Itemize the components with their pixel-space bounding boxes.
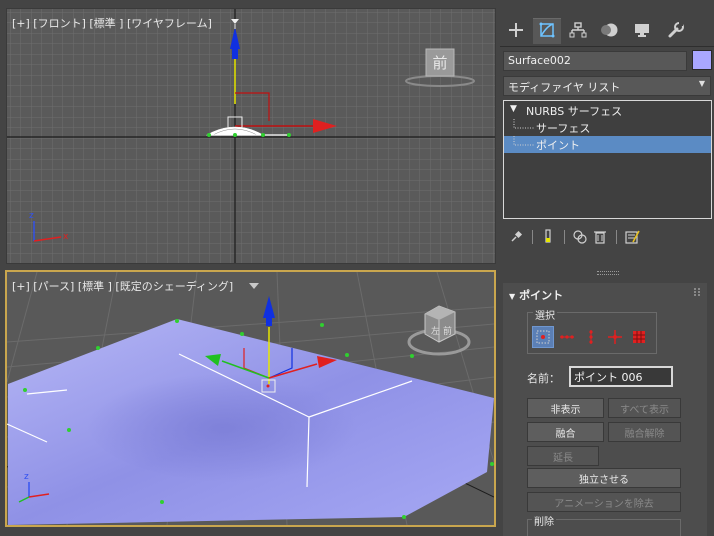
delete-group: 削除: [527, 513, 681, 536]
svg-text:x: x: [63, 232, 69, 242]
hierarchy-icon: [569, 21, 587, 42]
extend-button[interactable]: 延長: [527, 446, 599, 466]
front-viewport[interactable]: z x 前 [+] [フロント] [標準 ] [ワイヤフレーム]: [6, 8, 496, 264]
pin-stack-icon[interactable]: [508, 228, 524, 246]
plus-icon: [507, 21, 525, 42]
create-tab[interactable]: [502, 18, 530, 44]
row-and-column-select-button[interactable]: [604, 326, 626, 348]
unfuse-button[interactable]: 融合解除: [608, 422, 681, 442]
remove-animation-button[interactable]: アニメーションを除去: [527, 492, 681, 512]
display-tab[interactable]: [628, 18, 656, 44]
front-viewport-label[interactable]: [+] [フロント] [標準 ] [ワイヤフレーム]: [12, 15, 212, 31]
panel-divider-grip[interactable]: [597, 271, 619, 275]
rollout-title: ポイント: [519, 289, 564, 302]
stack-item-nurbs-surface[interactable]: ▼ NURBS サーフェス: [504, 102, 711, 119]
perspective-viewport-label[interactable]: [+] [パース] [標準 ] [既定のシェーディング]: [12, 278, 233, 294]
single-point-icon: [536, 330, 550, 344]
stack-item-label: ポイント: [536, 139, 580, 152]
stack-item-label: サーフェス: [536, 122, 591, 135]
hierarchy-tab[interactable]: [564, 18, 592, 44]
stack-item-points[interactable]: ポイント: [504, 136, 711, 153]
row-of-points-select-button[interactable]: [556, 326, 578, 348]
modify-icon: [538, 21, 556, 42]
expand-triangle-icon[interactable]: ▼: [510, 104, 517, 114]
collapse-triangle-icon: ▼: [509, 292, 516, 301]
svg-text:左: 左: [431, 325, 440, 337]
fuse-button[interactable]: 融合: [527, 422, 604, 442]
object-color-swatch[interactable]: [692, 50, 712, 70]
hide-button[interactable]: 非表示: [527, 398, 604, 418]
command-panel: Surface002 モディファイヤ リスト ▼ ▼ NURBS サーフェス サ…: [500, 8, 714, 536]
motion-tab[interactable]: [596, 18, 624, 44]
perspective-viewport[interactable]: z 左 前 [+] [パース] [標準 ] [既定のシェーディング]: [5, 270, 496, 527]
stack-toolbar: [508, 228, 708, 248]
modifier-list-label: モディファイヤ リスト: [508, 81, 621, 94]
svg-text:z: z: [24, 472, 29, 482]
make-independent-button[interactable]: 独立させる: [527, 468, 681, 488]
selection-group: 選択: [527, 307, 657, 354]
chevron-down-icon: ▼: [698, 79, 705, 88]
point-name-label: 名前：: [527, 372, 560, 385]
modifier-list-dropdown[interactable]: モディファイヤ リスト ▼: [503, 76, 711, 96]
single-point-select-button[interactable]: [532, 326, 554, 348]
tree-line-icon: [513, 119, 534, 129]
column-points-icon: [589, 330, 593, 344]
command-panel-tabs: [500, 16, 714, 47]
trash-icon[interactable]: [592, 228, 608, 246]
points-rollout-header[interactable]: ▼ ポイント: [509, 287, 563, 303]
stack-item-label: NURBS サーフェス: [526, 105, 623, 118]
modify-tab[interactable]: [533, 18, 561, 44]
z-axis-arrow-icon: [263, 296, 275, 318]
object-name-field[interactable]: Surface002: [503, 51, 687, 71]
configure-modifier-sets-icon[interactable]: [624, 228, 640, 246]
front-viewport-grid: z x 前: [7, 9, 495, 263]
perspective-viewport-scene: z 左 前: [7, 272, 494, 525]
selection-group-title: 選択: [533, 307, 557, 322]
motion-icon: [600, 21, 620, 42]
make-unique-icon[interactable]: [572, 228, 588, 246]
column-of-points-select-button[interactable]: [580, 326, 602, 348]
viewcube-front-face-label: 前: [432, 54, 447, 72]
rollout-drag-grip-icon[interactable]: [694, 288, 700, 296]
all-points-select-button[interactable]: [628, 326, 650, 348]
point-name-field[interactable]: ポイント 006: [569, 366, 673, 387]
row-points-icon: [560, 335, 574, 339]
utilities-tab[interactable]: [662, 18, 690, 44]
tree-line-icon: [513, 136, 534, 146]
svg-text:前: 前: [443, 325, 452, 337]
show-end-result-icon[interactable]: [540, 228, 556, 246]
display-icon: [633, 21, 651, 42]
unhide-all-button[interactable]: すべて表示: [608, 398, 681, 418]
svg-text:z: z: [29, 211, 34, 221]
delete-group-title: 削除: [532, 513, 556, 528]
grid-points-icon: [633, 331, 645, 343]
wrench-icon: [667, 21, 685, 42]
modifier-stack[interactable]: ▼ NURBS サーフェス サーフェス ポイント: [503, 100, 712, 219]
points-rollout: ▼ ポイント 選択 名前： ポイント 006 非表示 すべて表示 融合 融合解除…: [503, 283, 707, 536]
stack-item-surface[interactable]: サーフェス: [504, 119, 711, 136]
cross-points-icon: [608, 330, 622, 344]
